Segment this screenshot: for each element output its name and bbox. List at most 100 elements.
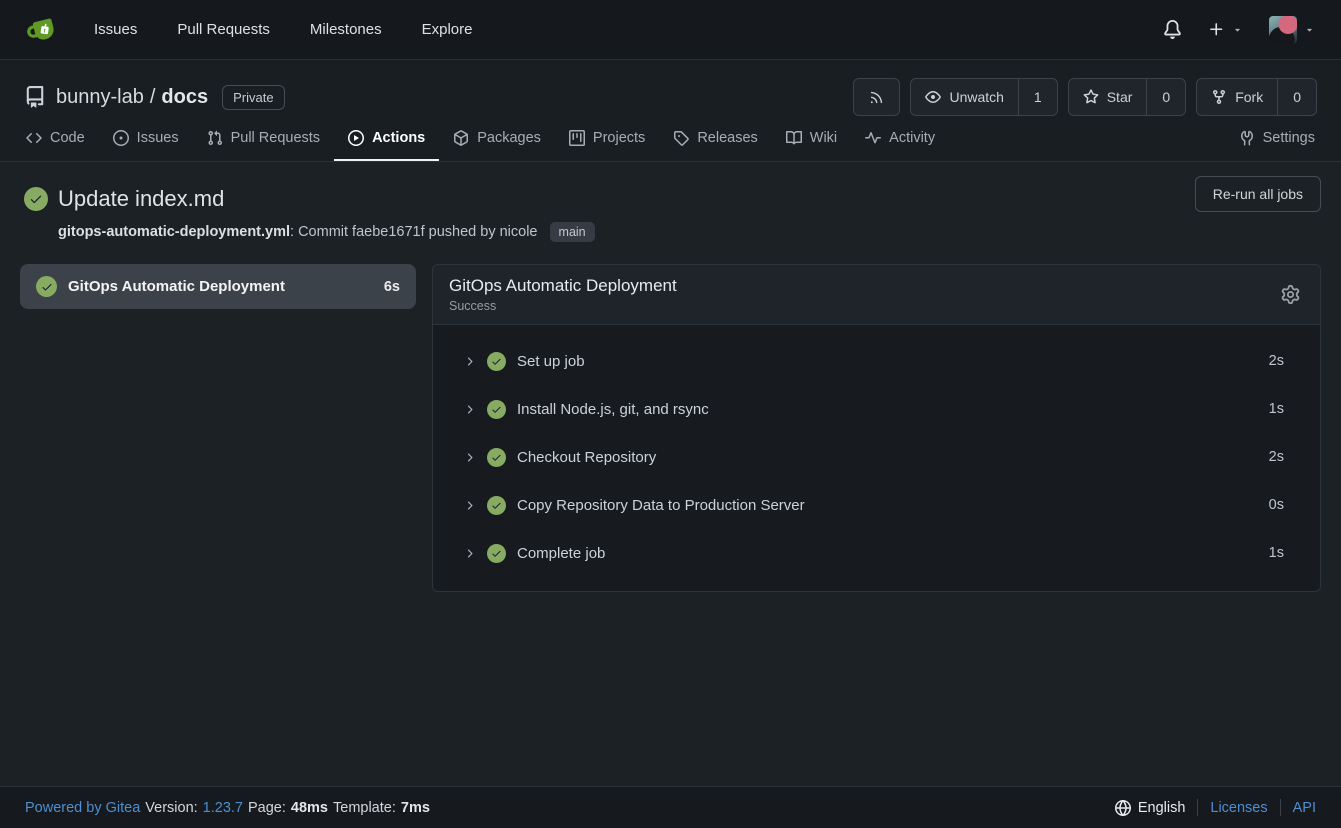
- watch-button-group: Unwatch 1: [910, 78, 1057, 116]
- page-time: 48ms: [291, 800, 328, 816]
- step-row-checkout[interactable]: Checkout Repository 2s: [433, 433, 1320, 481]
- step-row-install[interactable]: Install Node.js, git, and rsync 1s: [433, 385, 1320, 433]
- chevron-right-icon: [463, 499, 476, 512]
- caret-down-icon: [1304, 24, 1315, 35]
- licenses-link[interactable]: Licenses: [1210, 800, 1267, 816]
- forks-count[interactable]: 0: [1277, 79, 1316, 115]
- step-row-copy-data[interactable]: Copy Repository Data to Production Serve…: [433, 481, 1320, 529]
- language-selector[interactable]: English: [1115, 800, 1186, 816]
- commit-text: : Commit faebe1671f pushed by nicole: [290, 224, 537, 240]
- tab-settings[interactable]: Settings: [1225, 130, 1317, 161]
- powered-by-gitea-link[interactable]: Powered by Gitea: [25, 800, 140, 816]
- plus-icon: [1208, 21, 1225, 38]
- repo-owner-link[interactable]: bunny-lab: [56, 86, 144, 109]
- code-icon: [26, 130, 42, 146]
- tab-label: Packages: [477, 130, 541, 146]
- step-duration: 1s: [1269, 401, 1284, 417]
- globe-icon: [1115, 800, 1131, 816]
- nav-item-issues[interactable]: Issues: [74, 13, 157, 46]
- package-icon: [453, 130, 469, 146]
- divider: [1280, 799, 1281, 816]
- user-menu[interactable]: [1269, 16, 1315, 44]
- tab-wiki[interactable]: Wiki: [772, 130, 851, 161]
- rerun-all-jobs-button[interactable]: Re-run all jobs: [1195, 176, 1321, 212]
- tab-label: Actions: [372, 130, 425, 146]
- job-name: GitOps Automatic Deployment: [68, 278, 285, 295]
- tab-label: Activity: [889, 130, 935, 146]
- notifications-bell-icon[interactable]: [1163, 20, 1182, 39]
- actions-run-view: Update index.md gitops-automatic-deploym…: [0, 162, 1341, 592]
- tab-releases[interactable]: Releases: [659, 130, 771, 161]
- repo-separator: /: [150, 86, 156, 109]
- step-row-setup-job[interactable]: Set up job 2s: [433, 337, 1320, 385]
- unwatch-label: Unwatch: [949, 89, 1003, 105]
- tab-code[interactable]: Code: [24, 130, 99, 161]
- step-duration: 2s: [1269, 449, 1284, 465]
- repo-name-link[interactable]: docs: [161, 86, 208, 109]
- nav-item-explore[interactable]: Explore: [402, 13, 493, 46]
- job-list-item-selected[interactable]: GitOps Automatic Deployment 6s: [20, 264, 416, 309]
- book-icon: [786, 130, 802, 146]
- chevron-right-icon: [463, 451, 476, 464]
- job-duration: 6s: [384, 279, 400, 295]
- version-link[interactable]: 1.23.7: [203, 800, 243, 816]
- page-label: Page:: [248, 800, 286, 816]
- topnav-right: [1163, 16, 1315, 44]
- api-link[interactable]: API: [1293, 800, 1316, 816]
- tab-issues[interactable]: Issues: [99, 130, 193, 161]
- branch-badge[interactable]: main: [550, 222, 595, 242]
- watchers-count[interactable]: 1: [1018, 79, 1057, 115]
- unwatch-button[interactable]: Unwatch: [911, 79, 1017, 115]
- private-badge: Private: [222, 85, 284, 110]
- tab-projects[interactable]: Projects: [555, 130, 659, 161]
- footer-right: English Licenses API: [1115, 799, 1316, 816]
- template-time: 7ms: [401, 800, 430, 816]
- create-new-dropdown[interactable]: [1208, 21, 1243, 38]
- chevron-right-icon: [463, 403, 476, 416]
- run-content: GitOps Automatic Deployment 6s GitOps Au…: [20, 264, 1321, 592]
- repo-title-row: bunny-lab / docs Private Unwatch 1 Star: [24, 78, 1317, 116]
- jobs-sidebar: GitOps Automatic Deployment 6s: [20, 264, 416, 309]
- star-icon: [1083, 89, 1099, 105]
- step-success-icon: [487, 496, 506, 515]
- run-title: Update index.md: [58, 186, 224, 212]
- nav-items: Issues Pull Requests Milestones Explore: [74, 13, 492, 46]
- step-row-complete-job[interactable]: Complete job 1s: [433, 529, 1320, 577]
- run-subtitle: gitops-automatic-deployment.yml: Commit …: [58, 222, 1321, 242]
- step-name: Copy Repository Data to Production Serve…: [517, 497, 805, 514]
- job-steps-panel: GitOps Automatic Deployment Success Set …: [432, 264, 1321, 592]
- template-label: Template:: [333, 800, 396, 816]
- pulse-icon: [865, 130, 881, 146]
- tab-packages[interactable]: Packages: [439, 130, 555, 161]
- nav-item-pull-requests[interactable]: Pull Requests: [157, 13, 290, 46]
- run-success-icon: [24, 187, 48, 211]
- nav-item-milestones[interactable]: Milestones: [290, 13, 402, 46]
- tab-activity[interactable]: Activity: [851, 130, 949, 161]
- tab-pull-requests[interactable]: Pull Requests: [193, 130, 334, 161]
- gitea-logo-icon[interactable]: t: [26, 13, 60, 47]
- fork-button[interactable]: Fork: [1197, 79, 1277, 115]
- divider: [1197, 799, 1198, 816]
- job-panel-header: GitOps Automatic Deployment Success: [433, 265, 1320, 325]
- job-success-icon: [36, 276, 57, 297]
- tab-label: Projects: [593, 130, 645, 146]
- tab-actions[interactable]: Actions: [334, 130, 439, 161]
- step-duration: 2s: [1269, 353, 1284, 369]
- workflow-file-link[interactable]: gitops-automatic-deployment.yml: [58, 224, 290, 240]
- step-success-icon: [487, 544, 506, 563]
- star-button[interactable]: Star: [1069, 79, 1147, 115]
- job-settings-gear-icon[interactable]: [1277, 281, 1304, 308]
- rss-button[interactable]: [853, 78, 900, 116]
- step-success-icon: [487, 448, 506, 467]
- tab-label: Wiki: [810, 130, 837, 146]
- step-name: Set up job: [517, 353, 585, 370]
- tab-label: Pull Requests: [231, 130, 320, 146]
- eye-icon: [925, 89, 941, 105]
- step-success-icon: [487, 400, 506, 419]
- caret-down-icon: [1232, 24, 1243, 35]
- run-header: Update index.md gitops-automatic-deploym…: [20, 186, 1321, 242]
- star-label: Star: [1107, 89, 1133, 105]
- step-name: Install Node.js, git, and rsync: [517, 401, 709, 418]
- stars-count[interactable]: 0: [1146, 79, 1185, 115]
- step-duration: 1s: [1269, 545, 1284, 561]
